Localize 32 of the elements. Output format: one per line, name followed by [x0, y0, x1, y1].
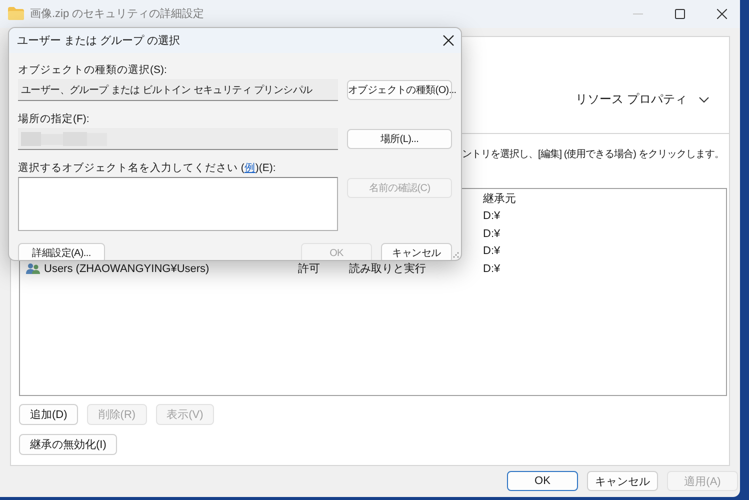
locations-button[interactable]: 場所(L)... — [347, 129, 452, 149]
field-label: 場所の指定(F): — [18, 112, 90, 126]
table-cell-text: D:¥ — [483, 262, 502, 275]
table-cell-text: D:¥ — [483, 228, 502, 240]
object-type-field: ユーザー、グループ または ビルトイン セキュリティ プリンシパル — [18, 79, 338, 101]
object-names-field[interactable] — [18, 177, 338, 231]
footer-button[interactable]: OK — [507, 471, 578, 492]
table-cell-text: D:¥ — [483, 210, 502, 222]
field-label: 選択するオブジェクト名を入力してください (例)(E): — [18, 161, 277, 175]
table-cell-text: 許可 — [298, 262, 321, 276]
footer-button[interactable]: キャンセル — [587, 471, 658, 492]
instruction-text: ントリを選択し、[編集] (使用できる場合) をクリックします。 — [462, 148, 725, 161]
cancel-button[interactable]: キャンセル — [381, 243, 452, 260]
folder-icon — [8, 7, 24, 20]
table-cell-text: 読み取りと実行 — [349, 262, 427, 276]
dialog-title: ユーザー または グループ の選択 — [17, 34, 180, 48]
examples-link[interactable]: 例 — [244, 162, 256, 174]
chevron-down-icon — [699, 96, 709, 103]
resize-grip-icon[interactable] — [453, 252, 459, 258]
maximize-icon[interactable] — [675, 8, 685, 19]
disable-inheritance-button[interactable]: 継承の無効化(I) — [19, 434, 118, 455]
field-label: オブジェクトの種類の選択(S): — [18, 63, 168, 77]
close-icon[interactable] — [717, 8, 727, 19]
list-button[interactable]: 追加(D) — [19, 404, 78, 425]
users-icon — [26, 263, 40, 274]
resource-properties-button[interactable]: リソース プロパティ — [574, 89, 711, 110]
window-title: 画像.zip のセキュリティの詳細設定 — [30, 6, 204, 22]
table-cell-text: D:¥ — [483, 245, 502, 258]
close-icon[interactable] — [443, 35, 454, 46]
table-cell: Users (ZHAOWANGYING¥Users) — [44, 262, 210, 275]
advanced-button[interactable]: 詳細設定(A)... — [18, 243, 105, 260]
column-header[interactable]: 継承元 — [483, 188, 623, 208]
